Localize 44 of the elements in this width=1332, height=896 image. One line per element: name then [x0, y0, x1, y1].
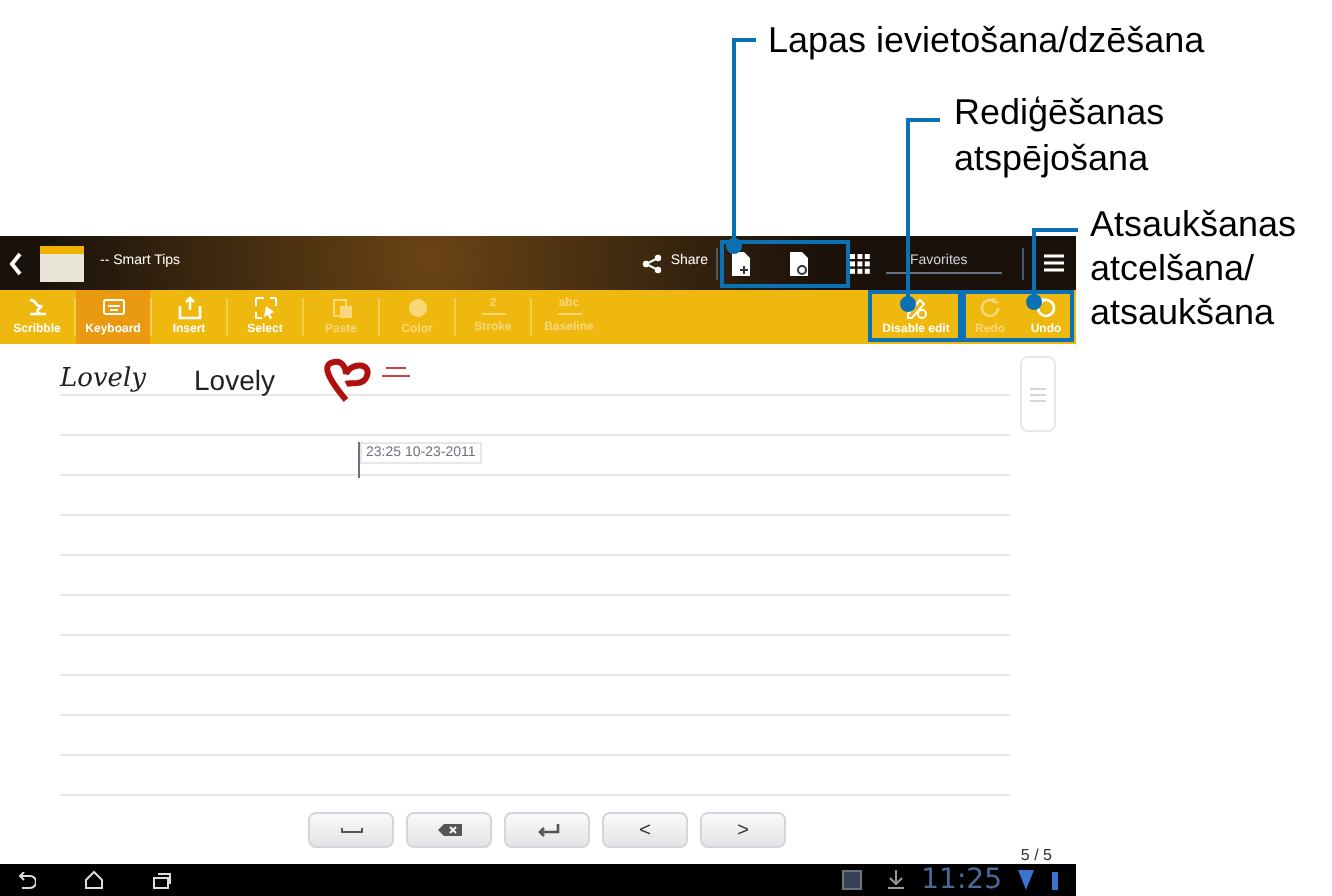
download-icon — [885, 870, 906, 890]
undo-icon — [1034, 296, 1058, 320]
redo-icon — [978, 296, 1002, 320]
backspace-icon — [437, 822, 461, 838]
menu-icon[interactable] — [1044, 254, 1064, 272]
line-icon — [481, 310, 505, 318]
recent-apps-icon[interactable] — [152, 871, 172, 889]
notebook-icon — [40, 245, 84, 281]
scrollbar[interactable] — [1020, 356, 1056, 432]
selection-pointer-icon — [253, 296, 277, 320]
text-cursor — [358, 442, 360, 478]
page-counter: 5 / 5 — [1020, 844, 1052, 868]
key-button[interactable]: < — [602, 812, 688, 848]
callout-label: Atsaukšanas atcelšana/ atsaukšana — [1090, 202, 1297, 334]
line-icon — [557, 310, 581, 318]
highlight-frame — [868, 290, 962, 342]
delete-page-icon[interactable] — [790, 251, 810, 275]
screenshot-icon — [841, 870, 862, 890]
back-icon[interactable] — [16, 871, 36, 889]
clock: 11:25 — [921, 861, 1002, 896]
highlight-frame — [962, 290, 1074, 342]
share-icon — [642, 253, 663, 273]
handwritten-text: Lovely — [60, 362, 146, 399]
paste-icon — [329, 296, 353, 320]
callout-label: Rediģēšanas atspējošana — [954, 90, 1165, 182]
callout-label: Lapas ievietošana/dzēšana — [768, 18, 1205, 62]
squiggle-icon — [25, 296, 49, 320]
highlight-frame — [720, 240, 850, 288]
space-icon — [339, 822, 363, 838]
grid-icon[interactable] — [850, 253, 870, 273]
wifi-icon — [1018, 870, 1034, 890]
enter-key[interactable] — [504, 812, 590, 848]
key-button[interactable]: > — [700, 812, 786, 848]
battery-icon — [1050, 870, 1060, 890]
pen-icon — [904, 296, 928, 320]
callout-line — [1026, 228, 1078, 310]
enter-icon — [535, 822, 559, 838]
typed-text: Lovely — [194, 361, 275, 400]
tray-arrow-icon — [177, 296, 201, 320]
add-page-icon[interactable] — [732, 251, 752, 275]
keyboard-icon — [101, 296, 125, 320]
home-icon[interactable] — [84, 870, 104, 890]
dot-icon — [405, 296, 429, 320]
backspace-key[interactable] — [406, 812, 492, 848]
